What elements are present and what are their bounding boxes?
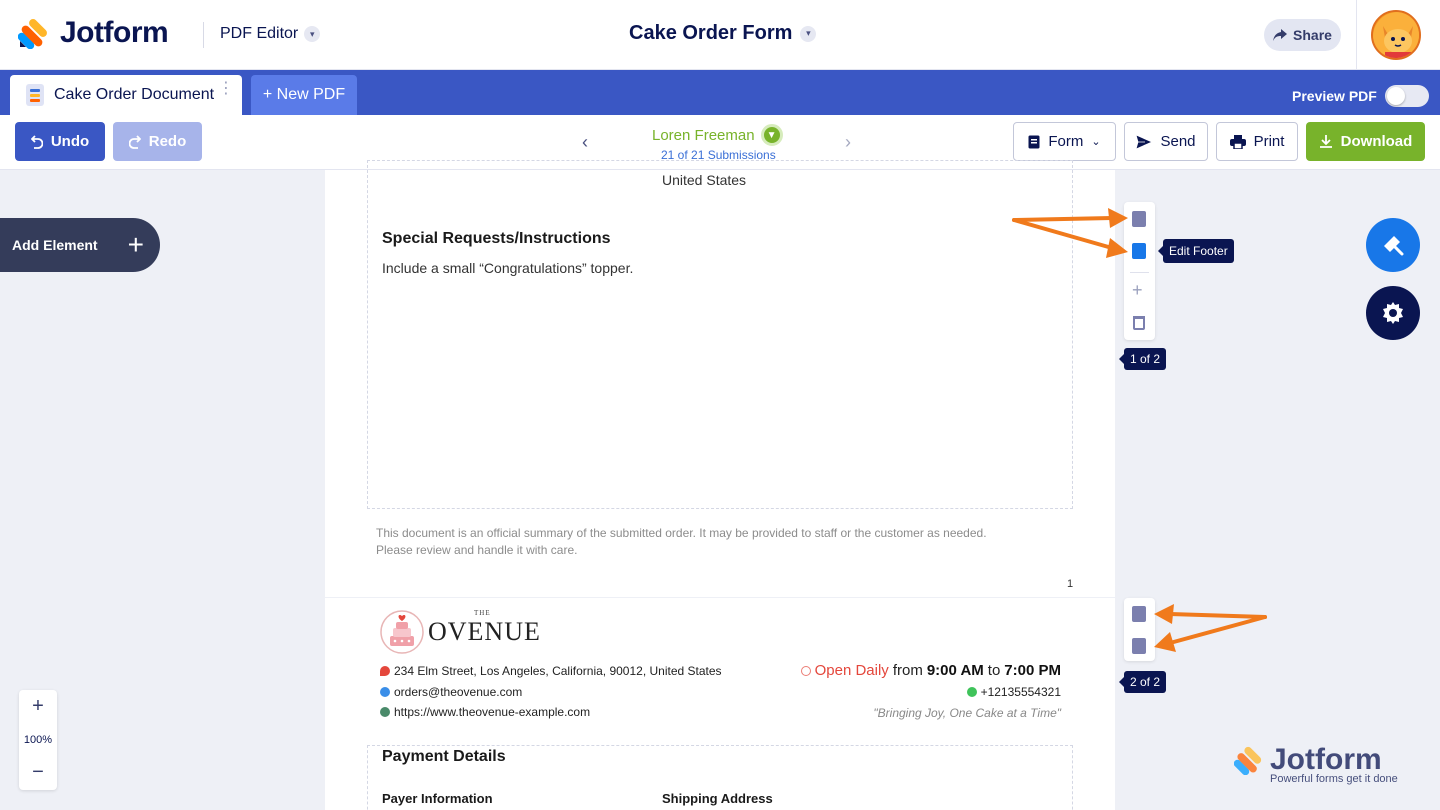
watermark-tagline: Powerful forms get it done <box>1270 773 1398 785</box>
annotation-arrowhead <box>1106 238 1128 258</box>
annotation-arrow <box>1012 216 1114 222</box>
jotform-logo-icon <box>1234 746 1262 775</box>
annotation-arrowhead <box>1154 604 1174 624</box>
jotform-watermark: Jotform Powerful forms get it done <box>1234 743 1398 785</box>
annotation-arrowhead <box>1108 208 1128 228</box>
annotation-arrow <box>1012 218 1114 250</box>
annotation-arrows <box>1012 208 1267 652</box>
annotation-arrowhead <box>1154 632 1176 652</box>
annotation-arrow <box>1168 612 1267 619</box>
watermark-brand: Jotform <box>1270 743 1382 776</box>
annotation-arrow <box>1168 615 1267 645</box>
